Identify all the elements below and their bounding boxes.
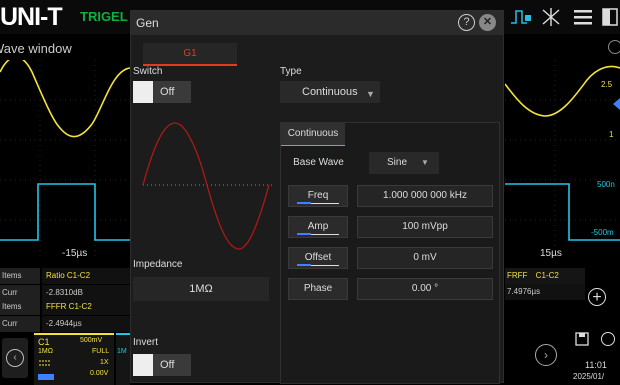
- measure-icon[interactable]: [538, 5, 564, 29]
- freq-field[interactable]: 1.000 000 000 kHz: [357, 185, 493, 207]
- channel-scale: 500mV: [80, 337, 103, 344]
- logo-subtext: TRIGEL: [80, 9, 128, 24]
- brand-logo: UNI-T TRIGEL: [0, 3, 132, 31]
- underline-accent: [297, 233, 311, 235]
- channel2-impedance: 1M: [117, 348, 127, 355]
- clock-date: 2025/01/: [573, 372, 605, 381]
- help-icon[interactable]: ?: [458, 14, 475, 31]
- menu-icon[interactable]: [570, 5, 596, 29]
- offset-label: Offset: [304, 252, 332, 263]
- impedance-field[interactable]: 1MΩ: [133, 277, 269, 301]
- switch-toggle[interactable]: Off: [133, 81, 191, 103]
- measure-row: FRFF C1-C2: [505, 268, 585, 284]
- wave-preview: [133, 111, 273, 261]
- base-wave-label: Base Wave: [293, 157, 344, 168]
- measure-value: FFFR C1-C2: [42, 299, 130, 315]
- measure-row: Items Ratio C1-C2: [0, 268, 130, 284]
- underline-accent: [297, 264, 311, 266]
- base-wave-value: Sine: [387, 157, 408, 168]
- toggle-knob: [133, 81, 153, 103]
- invert-label: Invert: [133, 337, 159, 348]
- type-value: Continuous: [302, 86, 358, 98]
- channel-probe: 1X: [100, 359, 109, 366]
- freq-button[interactable]: Freq: [288, 185, 348, 207]
- offset-button[interactable]: Offset: [288, 247, 348, 269]
- waveform-area-left: -15µs: [0, 60, 130, 260]
- channel-bandwidth: FULL: [92, 348, 110, 355]
- amp-field[interactable]: 100 mVpp: [357, 216, 493, 238]
- measure-value: 7.4976µs: [505, 284, 585, 300]
- dropdown-arrow-icon: ▼: [366, 89, 375, 99]
- dialog-title: Gen: [136, 16, 159, 30]
- close-icon[interactable]: ✕: [479, 14, 496, 31]
- scale-label: 1: [609, 130, 614, 139]
- impedance-label: Impedance: [133, 259, 183, 270]
- globe-icon[interactable]: [601, 332, 615, 346]
- measure-key: Items: [0, 268, 40, 284]
- channel-offset: 0.00V: [90, 370, 109, 377]
- channel-level-bar: [38, 374, 54, 380]
- ch1-trace: [0, 60, 130, 138]
- measure-row: Items FFFR C1-C2: [0, 299, 130, 315]
- measure-value: Ratio C1-C2: [42, 268, 130, 284]
- toggle-knob: [133, 354, 153, 376]
- measure-key: FRFF: [507, 271, 528, 280]
- phase-button[interactable]: Phase: [288, 278, 348, 300]
- continuous-panel: Continuous Base Wave Sine ▼ Freq 1.000 0…: [280, 122, 500, 384]
- measure-key: Items: [0, 299, 40, 315]
- switch-state: Off: [160, 86, 175, 98]
- measure-row: 7.4976µs: [505, 284, 585, 300]
- tab-continuous[interactable]: Continuous: [281, 123, 345, 145]
- phase-label: Phase: [303, 283, 333, 294]
- wave-window-label: Wave window: [0, 41, 72, 56]
- channel-card-c2[interactable]: 1M: [116, 333, 130, 385]
- underline-accent: [297, 202, 311, 204]
- prev-page-button[interactable]: ‹: [2, 338, 28, 378]
- waveform-area-right: 2.5 1 500n -500m 15µs: [505, 60, 620, 260]
- tab-g1[interactable]: G1: [143, 43, 237, 65]
- next-page-button[interactable]: ›: [535, 344, 557, 366]
- base-wave-select[interactable]: Sine ▼: [369, 152, 439, 174]
- freq-label: Freq: [307, 190, 329, 201]
- dialog-header: Gen ? ✕: [131, 11, 503, 35]
- time-label-right: 15µs: [540, 248, 562, 259]
- scale-label: 500n: [597, 180, 615, 189]
- channel-impedance: 1MΩ: [38, 348, 53, 355]
- coupling-icon: [38, 358, 52, 368]
- logo-text: UNI-T: [0, 3, 63, 31]
- tab-active-indicator: [281, 145, 345, 146]
- channel-name: C1: [38, 337, 50, 347]
- amp-button[interactable]: Amp: [288, 216, 348, 238]
- ch2-trace: [0, 183, 130, 241]
- phase-field[interactable]: 0.00 °: [357, 278, 493, 300]
- wave-trigger-icon[interactable]: [508, 5, 534, 29]
- clock-time: 11:01: [585, 360, 607, 370]
- generator-dialog: Gen ? ✕ G1 Switch Off Type Continuous ▼ …: [130, 10, 504, 384]
- bottom-bar-right: › 11:01 2025/01/: [505, 330, 620, 383]
- scale-label: 2.5: [601, 80, 613, 89]
- scale-label: -500m: [591, 228, 614, 237]
- amp-label: Amp: [307, 221, 329, 232]
- channel-card-c1[interactable]: C1 500mV 1MΩ FULL 1X 0.00V: [34, 333, 114, 385]
- offset-field[interactable]: 0 mV: [357, 247, 493, 269]
- type-label: Type: [280, 66, 302, 77]
- add-measure-icon[interactable]: +: [588, 288, 606, 306]
- switch-label: Switch: [133, 66, 163, 77]
- add-window-icon[interactable]: [608, 40, 620, 54]
- ch1-trace-right: [505, 65, 620, 117]
- time-label-left: -15µs: [62, 248, 88, 259]
- invert-state: Off: [160, 359, 175, 371]
- dropdown-arrow-icon: ▼: [421, 158, 429, 167]
- chevron-left-icon: ‹: [6, 349, 24, 367]
- type-select[interactable]: Continuous ▼: [280, 81, 380, 103]
- invert-toggle[interactable]: Off: [133, 354, 191, 376]
- bottom-bar-left: ‹ C1 500mV 1MΩ FULL 1X 0.00V 1M: [0, 330, 130, 385]
- layout-icon[interactable]: [600, 5, 620, 29]
- measure-value: C1-C2: [535, 271, 559, 280]
- save-icon[interactable]: [575, 332, 589, 346]
